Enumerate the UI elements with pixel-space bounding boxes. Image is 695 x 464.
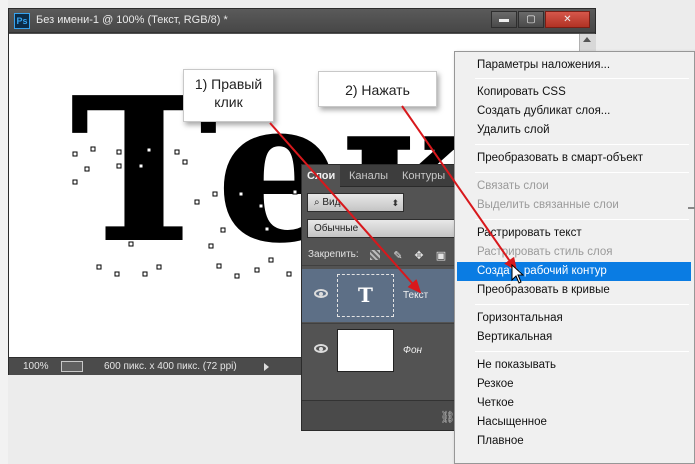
lock-all-icon[interactable]: ▣ xyxy=(435,249,447,262)
menu-item-antialias-strong[interactable]: Насыщенное xyxy=(457,413,691,432)
layer-row-text[interactable]: T Текст xyxy=(302,269,476,322)
lock-label: Закрепить: xyxy=(308,249,359,260)
minimize-button[interactable]: ▬ xyxy=(491,11,517,28)
close-button[interactable]: ✕ xyxy=(545,11,590,28)
path-anchor-point xyxy=(212,191,218,197)
menu-item-convert-smart-object[interactable]: Преобразовать в смарт-объект xyxy=(457,149,691,168)
zoom-level[interactable]: 100% xyxy=(23,361,49,372)
lock-brush-icon[interactable]: ✎ xyxy=(392,249,404,262)
path-anchor-point xyxy=(292,189,298,195)
menu-item-rasterize-text[interactable]: Растрировать текст xyxy=(457,224,691,243)
panel-footer: ⛓ xyxy=(302,400,476,430)
path-anchor-point xyxy=(128,241,134,247)
layer-filter-select[interactable]: ⌕ Вид ⬍ xyxy=(307,193,404,212)
path-anchor-point xyxy=(116,163,122,169)
menu-item-antialias-none[interactable]: Не показывать xyxy=(457,356,691,375)
link-icon[interactable]: ⛓ xyxy=(440,410,455,424)
path-anchor-point xyxy=(238,191,244,197)
path-anchor-point xyxy=(258,203,264,209)
menu-item-blending-options[interactable]: Параметры наложения... xyxy=(457,56,691,75)
path-anchor-point xyxy=(182,159,188,165)
menu-separator xyxy=(475,219,689,220)
path-anchor-point xyxy=(84,166,90,172)
path-anchor-point xyxy=(286,271,292,277)
scroll-up-arrow-icon[interactable] xyxy=(583,37,591,42)
menu-item-antialias-smooth[interactable]: Плавное xyxy=(457,432,691,451)
menu-item-delete-layer[interactable]: Удалить слой xyxy=(457,121,691,140)
callout-step-1: 1) Правый клик xyxy=(183,69,274,122)
callout-step-2: 2) Нажать xyxy=(318,71,437,107)
status-menu-arrow-icon[interactable] xyxy=(264,363,269,371)
tab-paths[interactable]: Контуры xyxy=(397,165,450,187)
status-info-icon[interactable] xyxy=(61,361,83,372)
chevron-updown-icon: ⬍ xyxy=(391,198,399,208)
path-anchor-point xyxy=(220,227,226,233)
path-anchor-point xyxy=(194,199,200,205)
blend-mode-select[interactable]: Обычные xyxy=(307,219,476,238)
menu-separator xyxy=(475,172,689,173)
panel-tabs: Слои Каналы Контуры xyxy=(302,165,476,187)
path-anchor-point xyxy=(264,226,270,232)
menu-item-vertical[interactable]: Вертикальная xyxy=(457,328,691,347)
menu-separator xyxy=(475,144,689,145)
layers-panel: Слои Каналы Контуры ⌕ Вид ⬍ Обычные Закр… xyxy=(301,164,477,431)
menu-item-antialias-crisp[interactable]: Четкое xyxy=(457,394,691,413)
path-anchor-point xyxy=(142,271,148,277)
path-anchor-point xyxy=(90,146,96,152)
blend-mode-value: Обычные xyxy=(314,223,359,234)
document-title: Без имени-1 @ 100% (Текст, RGB/8) * xyxy=(36,14,228,26)
lock-row: Закрепить: ✎ ✥ ▣ xyxy=(302,244,476,266)
menu-item-duplicate-layer[interactable]: Создать дубликат слоя... xyxy=(457,102,691,121)
lock-transparency-icon[interactable] xyxy=(370,250,380,260)
path-anchor-point xyxy=(116,149,122,155)
menu-separator xyxy=(475,78,689,79)
path-anchor-point xyxy=(208,243,214,249)
layer-name: Текст xyxy=(403,290,429,301)
document-titlebar[interactable]: Ps Без имени-1 @ 100% (Текст, RGB/8) * ▬… xyxy=(9,9,595,33)
menu-item-rasterize-style[interactable]: Растрировать стиль слоя xyxy=(457,243,691,262)
menu-item-copy-css[interactable]: Копировать CSS xyxy=(457,83,691,102)
path-anchor-point xyxy=(114,271,120,277)
menu-separator xyxy=(475,351,689,352)
eye-icon[interactable] xyxy=(314,344,328,353)
path-anchor-point xyxy=(138,163,144,169)
eye-icon[interactable] xyxy=(314,289,328,298)
text-layer-thumbnail: T xyxy=(337,274,394,317)
background-layer-thumbnail xyxy=(337,329,394,372)
desktop-background xyxy=(0,0,8,464)
maximize-button[interactable]: ▢ xyxy=(518,11,544,28)
context-menu: Параметры наложения... Копировать CSS Со… xyxy=(454,51,695,464)
layer-row-background[interactable]: Фон xyxy=(302,323,476,376)
path-anchor-point xyxy=(156,264,162,270)
window-edge-mark xyxy=(688,207,695,209)
path-anchor-point xyxy=(72,179,78,185)
menu-item-link-layers[interactable]: Связать слои xyxy=(457,177,691,196)
path-anchor-point xyxy=(216,263,222,269)
path-anchor-point xyxy=(146,147,152,153)
lock-move-icon[interactable]: ✥ xyxy=(413,249,425,262)
layer-name: Фон xyxy=(403,345,423,356)
menu-item-horizontal[interactable]: Горизонтальная xyxy=(457,309,691,328)
menu-item-select-linked[interactable]: Выделить связанные слои xyxy=(457,196,691,215)
path-anchor-point xyxy=(174,149,180,155)
path-anchor-point xyxy=(268,257,274,263)
document-size: 600 пикс. x 400 пикс. (72 ppi) xyxy=(104,361,237,372)
menu-item-create-work-path[interactable]: Создать рабочий контур xyxy=(457,262,691,281)
tab-layers[interactable]: Слои xyxy=(302,165,341,187)
path-anchor-point xyxy=(254,267,260,273)
filter-value: Вид xyxy=(322,197,341,208)
menu-separator xyxy=(475,304,689,305)
path-anchor-point xyxy=(72,151,78,157)
path-anchor-point xyxy=(234,273,240,279)
mouse-cursor-icon xyxy=(511,264,525,284)
path-anchor-point xyxy=(96,264,102,270)
menu-item-antialias-sharp[interactable]: Резкое xyxy=(457,375,691,394)
menu-item-convert-to-shape[interactable]: Преобразовать в кривые xyxy=(457,281,691,300)
tab-channels[interactable]: Каналы xyxy=(344,165,393,187)
photoshop-logo-icon: Ps xyxy=(14,13,30,29)
